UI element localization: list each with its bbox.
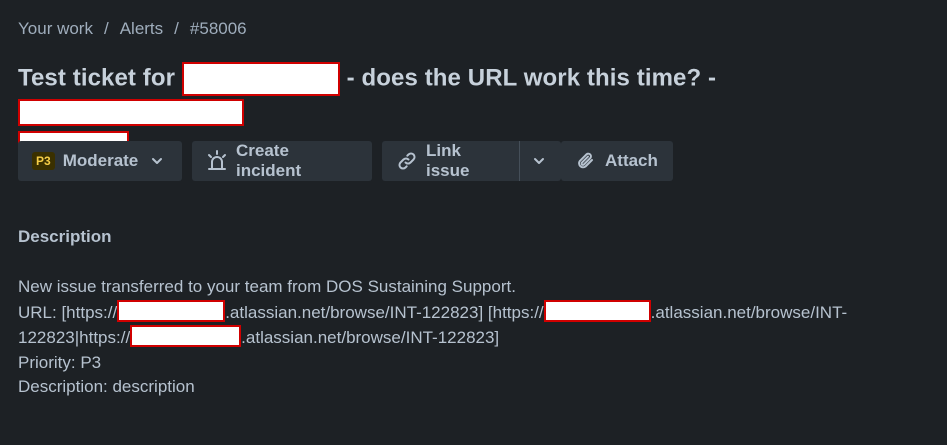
link-issue-label: Link issue	[426, 141, 470, 180]
link-issue-button[interactable]: Link issue	[382, 141, 519, 181]
description-body: New issue transferred to your team from …	[18, 275, 918, 400]
description-url-text: URL: [https://	[18, 302, 118, 322]
breadcrumb-alert-id[interactable]: #58006	[190, 19, 247, 39]
description-url-text: 122823|https://	[18, 328, 131, 347]
attach-button[interactable]: Attach	[561, 141, 673, 181]
link-issue-split-button: Link issue	[382, 141, 561, 181]
alert-toolbar: P3 Moderate Create incident Link issue A…	[18, 141, 673, 181]
breadcrumb-separator: /	[174, 19, 179, 38]
description-line: Priority: P3	[18, 352, 102, 372]
description-url-text: .atlassian.net/browse/INT-	[650, 302, 848, 322]
redaction-box	[130, 325, 242, 347]
breadcrumb-alerts[interactable]: Alerts	[120, 19, 163, 39]
description-line: New issue transferred to your team from …	[18, 277, 516, 296]
redaction-box	[181, 62, 340, 96]
description-line: 122823|https:// .atlassian.net/browse/INT…	[18, 325, 918, 351]
priority-dropdown[interactable]: P3 Moderate	[18, 141, 182, 181]
breadcrumb-separator: /	[103, 19, 109, 38]
redaction-box	[543, 299, 651, 322]
priority-label: Moderate	[62, 151, 139, 170]
priority-badge: P3	[32, 152, 55, 170]
paperclip-icon	[575, 150, 597, 172]
title-text-end: - does the URL work this time? -	[346, 64, 717, 92]
description-line: URL: [https:// .atlassian.net/browse/INT-…	[18, 299, 918, 326]
redaction-box	[117, 299, 226, 322]
breadcrumb-your-work[interactable]: Your work	[18, 19, 93, 39]
description-heading: Description	[18, 227, 112, 246]
redaction-box	[18, 99, 244, 127]
title-text-start: Test ticket for	[18, 64, 176, 92]
create-incident-button[interactable]: Create incident	[192, 141, 372, 181]
description-line: Description: description	[18, 377, 195, 396]
link-issue-dropdown-button[interactable]	[519, 141, 561, 181]
description-url-text: .atlassian.net/browse/INT-122823] [https…	[225, 302, 544, 322]
breadcrumb: Your work / Alerts / #58006	[18, 17, 247, 41]
siren-icon	[206, 150, 228, 172]
alert-page: Your work / Alerts / #58006 Test ticket …	[0, 0, 947, 445]
chevron-down-icon	[532, 154, 546, 168]
link-icon	[396, 150, 418, 172]
create-incident-label: Create incident	[236, 141, 302, 180]
attach-label: Attach	[605, 151, 658, 170]
chevron-down-icon	[150, 154, 164, 168]
description-url-text: .atlassian.net/browse/INT-122823]	[241, 328, 500, 347]
